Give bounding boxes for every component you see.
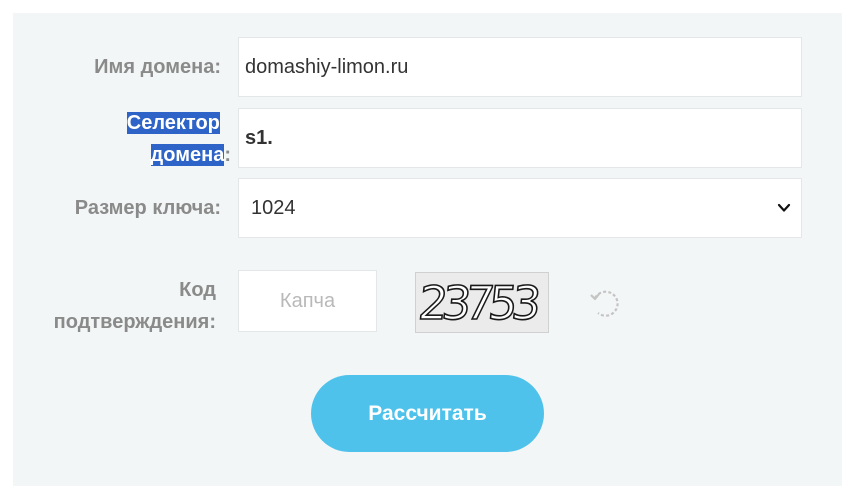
selector-input[interactable]: s1. bbox=[238, 108, 802, 168]
calculate-button[interactable]: Рассчитать bbox=[311, 375, 544, 452]
key-size-select[interactable]: 1024 bbox=[238, 178, 802, 238]
key-size-selected-value: 1024 bbox=[251, 197, 296, 219]
selector-label: Селектор домена: bbox=[91, 107, 231, 171]
captcha-label-line1: Код bbox=[179, 279, 216, 301]
domain-name-label: Имя домена: bbox=[94, 56, 221, 78]
refresh-icon[interactable] bbox=[588, 286, 624, 322]
captcha-image: 23753 bbox=[415, 272, 549, 333]
domain-name-input[interactable]: domashiy-limon.ru bbox=[238, 37, 802, 97]
selector-label-colon: : bbox=[224, 144, 231, 166]
captcha-label-line2: подтверждения: bbox=[53, 311, 216, 333]
captcha-input[interactable]: Капча bbox=[238, 270, 377, 332]
captcha-image-text: 23753 bbox=[416, 276, 541, 330]
chevron-down-icon bbox=[777, 203, 791, 212]
key-size-label: Размер ключа: bbox=[74, 197, 221, 219]
captcha-label: Код подтверждения: bbox=[9, 274, 216, 338]
selector-label-line1: Селектор bbox=[126, 112, 220, 134]
selector-label-line2: домена bbox=[150, 144, 225, 166]
